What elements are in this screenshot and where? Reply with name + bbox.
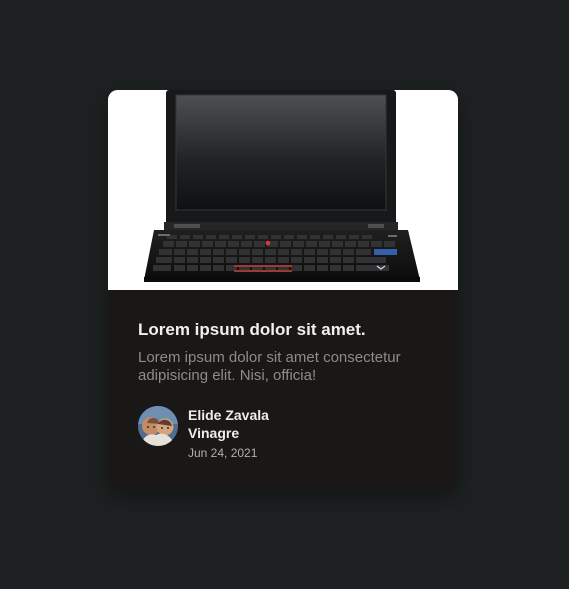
author-avatar[interactable]	[138, 406, 178, 446]
laptop-image	[108, 90, 458, 290]
card-title[interactable]: Lorem ipsum dolor sit amet.	[138, 319, 438, 341]
card-description: Lorem ipsum dolor sit amet consectetur a…	[138, 349, 401, 384]
card-content: Lorem ipsum dolor sit amet. Lorem ipsum …	[138, 319, 438, 385]
card-image	[108, 90, 458, 290]
article-card[interactable]: Lorem ipsum dolor sit amet. Lorem ipsum …	[108, 90, 458, 490]
author-info: Elide Zavala Vinagre Jun 24, 2021	[138, 406, 428, 466]
avatar-photo-icon	[138, 406, 178, 446]
author-name[interactable]: Elide Zavala Vinagre	[188, 406, 298, 442]
publish-date: Jun 24, 2021	[188, 446, 258, 460]
